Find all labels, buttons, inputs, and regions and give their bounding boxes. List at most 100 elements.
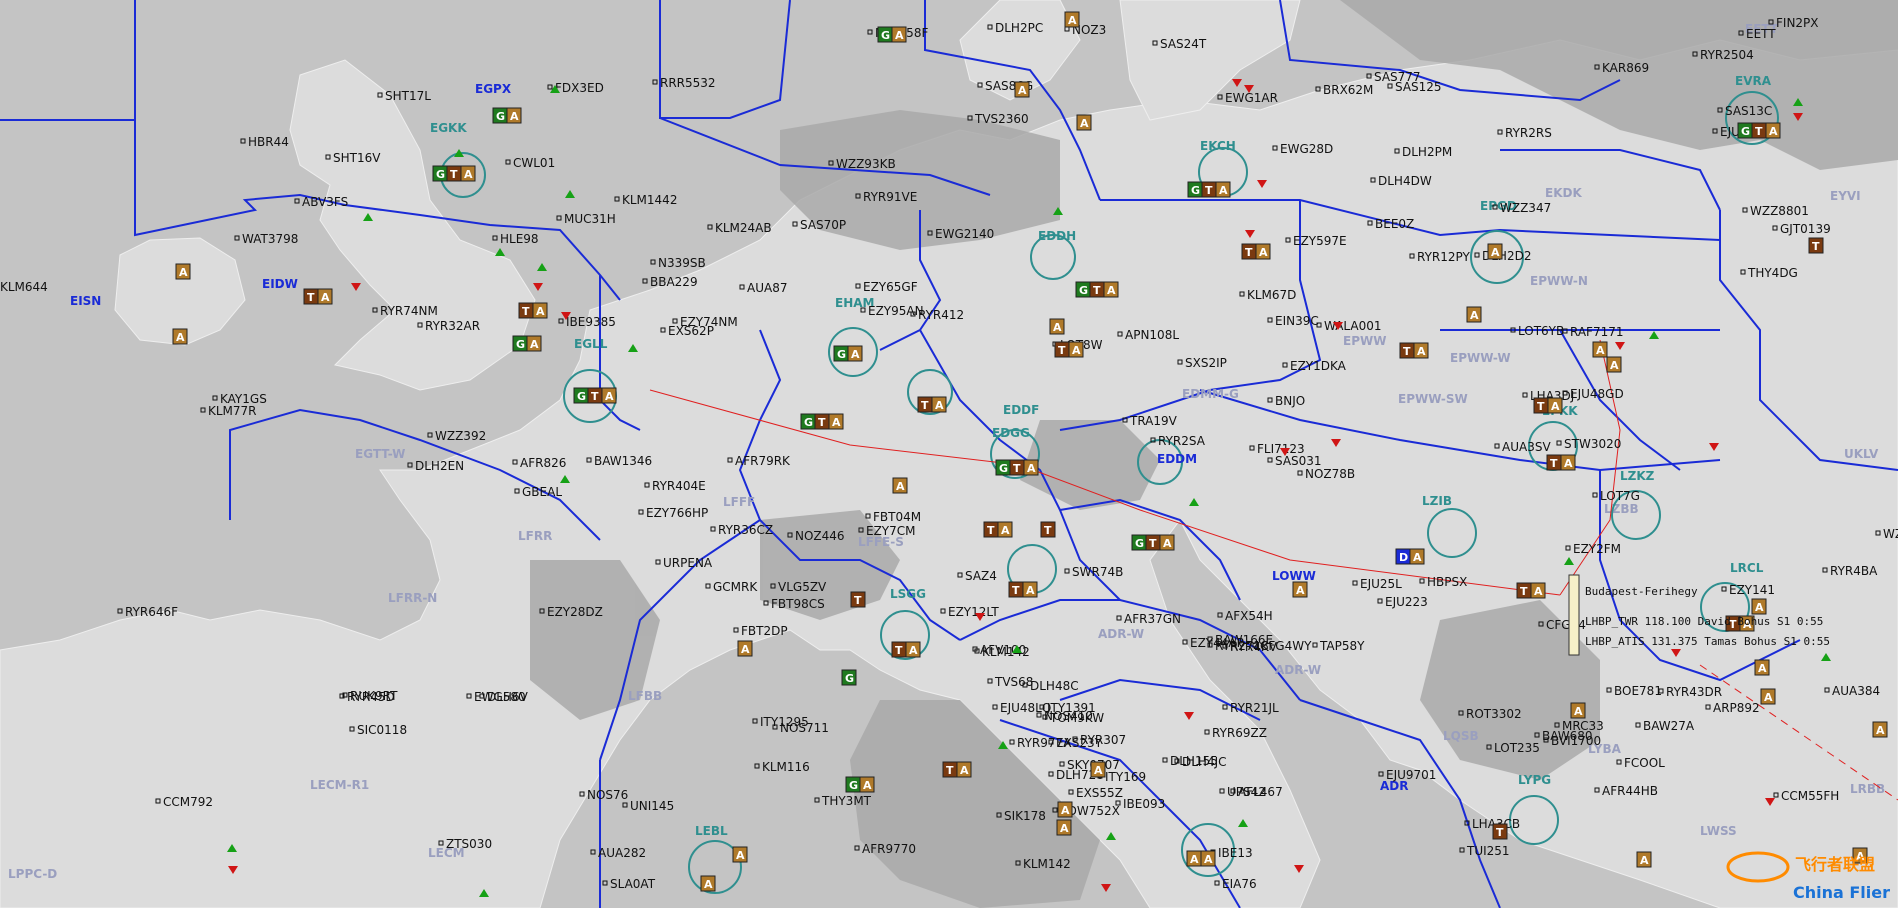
controller-badge-icon[interactable]: A (460, 165, 476, 182)
aircraft-callsign[interactable]: EJU9701 (1386, 768, 1436, 782)
aircraft-callsign[interactable]: UNI145 (630, 799, 674, 813)
controller-badge-icon[interactable]: A (700, 875, 716, 892)
aircraft-callsign[interactable]: EJU48GD (1570, 387, 1624, 401)
controller-badge-icon[interactable]: G (1187, 181, 1203, 198)
controller-badge-icon[interactable]: A (172, 328, 188, 345)
aircraft-callsign[interactable]: DLH48C (1030, 679, 1079, 693)
aircraft-callsign[interactable]: RYR12PY (1417, 250, 1470, 264)
aircraft-callsign[interactable]: FBT04M (873, 510, 921, 524)
aircraft-callsign[interactable]: HBPSX (1427, 575, 1467, 589)
controller-badge-icon[interactable]: A (317, 288, 333, 305)
aircraft-callsign[interactable]: EETT (1746, 27, 1776, 41)
controller-badge-icon[interactable]: G (995, 459, 1011, 476)
controller-badge-icon[interactable]: G (492, 107, 508, 124)
aircraft-callsign[interactable]: FDX3ED (555, 81, 604, 95)
controller-badge-icon[interactable]: A (1636, 851, 1652, 868)
aircraft-callsign[interactable]: STW3020 (1564, 437, 1621, 451)
controller-badge-icon[interactable]: A (1413, 342, 1429, 359)
aircraft-callsign[interactable]: AFX54H (1225, 609, 1273, 623)
aircraft-callsign[interactable]: ITY169 (1105, 770, 1146, 784)
aircraft-callsign[interactable]: NOS76 (587, 788, 628, 802)
controller-badge-icon[interactable]: T (1054, 341, 1070, 358)
aircraft-callsign[interactable]: FBT2DP (741, 624, 788, 638)
aircraft-callsign[interactable]: BVI1700 (1551, 734, 1601, 748)
aircraft-callsign[interactable]: NOZ78B (1305, 467, 1355, 481)
aircraft-callsign[interactable]: BAW27A (1643, 719, 1695, 733)
aircraft-callsign[interactable]: BEE0Z (1375, 217, 1414, 231)
aircraft-callsign[interactable]: IBE13 (1218, 846, 1253, 860)
controller-badge-icon[interactable]: A (1159, 534, 1175, 551)
aircraft-callsign[interactable]: DLH4JC (1182, 755, 1227, 769)
controller-badge-icon[interactable]: A (1064, 11, 1080, 28)
controller-badge-icon[interactable]: A (1751, 598, 1767, 615)
aircraft-callsign[interactable]: KLM142 (1023, 857, 1071, 871)
controller-badge-icon[interactable]: G (845, 776, 861, 793)
controller-badge-icon[interactable]: T (983, 521, 999, 538)
aircraft-callsign[interactable]: CFG84 (1546, 618, 1586, 632)
aircraft-callsign[interactable]: EZY65GF (863, 280, 918, 294)
aircraft-callsign[interactable]: IBE093 (1123, 797, 1165, 811)
aircraft-callsign[interactable]: SAS70P (800, 218, 846, 232)
controller-badge-icon[interactable]: A (956, 761, 972, 778)
controller-badge-icon[interactable]: G (512, 335, 528, 352)
aircraft-callsign[interactable]: AUA384 (1832, 684, 1880, 698)
controller-badge-icon[interactable]: A (1103, 281, 1119, 298)
controller-badge-icon[interactable]: T (1089, 281, 1105, 298)
aircraft-callsign[interactable]: LOT7G (1600, 489, 1640, 503)
aircraft-callsign[interactable]: SHT17L (385, 89, 431, 103)
controller-badge-icon[interactable]: T (1751, 122, 1767, 139)
aircraft-callsign[interactable]: SIC0118 (357, 723, 407, 737)
controller-badge-icon[interactable]: A (1765, 122, 1781, 139)
aircraft-callsign[interactable]: CCM792 (163, 795, 213, 809)
controller-badge-icon[interactable]: A (1592, 341, 1608, 358)
aircraft-callsign[interactable]: URPENA (663, 556, 713, 570)
controller-badge-icon[interactable]: A (997, 521, 1013, 538)
aircraft-callsign[interactable]: BNJO (1275, 394, 1305, 408)
aircraft-callsign[interactable]: RYR43DR (1666, 685, 1722, 699)
aircraft-callsign[interactable]: HLE98 (500, 232, 539, 246)
controller-badge-icon[interactable]: A (732, 846, 748, 863)
aircraft-callsign[interactable]: TVS68 (994, 675, 1033, 689)
aircraft-callsign[interactable]: RAF7171 (1570, 325, 1624, 339)
controller-badge-icon[interactable]: A (175, 263, 191, 280)
aircraft-callsign[interactable]: AFR44HB (1602, 784, 1658, 798)
controller-badge-icon[interactable]: T (942, 761, 958, 778)
aircraft-callsign[interactable]: NOZ446 (795, 529, 845, 543)
aircraft-callsign[interactable]: RYR91VE (863, 190, 917, 204)
aircraft-callsign[interactable]: N339SB (658, 256, 706, 270)
controller-badge-icon[interactable]: A (526, 335, 542, 352)
controller-badge-icon[interactable]: T (814, 413, 830, 430)
aircraft-callsign[interactable]: EXS62P (668, 324, 714, 338)
controller-badge-icon[interactable]: T (1546, 454, 1562, 471)
aircraft-callsign[interactable]: AUA3SV (1502, 440, 1551, 454)
aircraft-callsign[interactable]: RYR4BA (1830, 564, 1878, 578)
controller-badge-icon[interactable]: T (1008, 581, 1024, 598)
controller-badge-icon[interactable]: A (1754, 659, 1770, 676)
aircraft-callsign[interactable]: EZY1DKA (1290, 359, 1347, 373)
aircraft-callsign[interactable]: BRX62M (1323, 83, 1373, 97)
controller-badge-icon[interactable]: T (518, 302, 534, 319)
controller-badge-icon[interactable]: A (1068, 341, 1084, 358)
aircraft-callsign[interactable]: ZTS030 (446, 837, 492, 851)
aircraft-callsign[interactable]: RYR412 (918, 308, 964, 322)
aircraft-callsign[interactable]: AFR826 (520, 456, 566, 470)
aircraft-callsign[interactable]: RYR69ZZ (1212, 726, 1267, 740)
aircraft-callsign[interactable]: EZY12LT (948, 605, 999, 619)
aircraft-callsign[interactable]: EWG2140 (935, 227, 994, 241)
aircraft-callsign[interactable]: RRR5532 (660, 76, 716, 90)
aircraft-callsign[interactable]: RYR2718 (1215, 639, 1269, 653)
aircraft-callsign[interactable]: WAT3798 (242, 232, 298, 246)
aircraft-callsign[interactable]: RYR36CZ (718, 523, 773, 537)
controller-badge-icon[interactable]: A (1255, 243, 1271, 260)
controller-badge-icon[interactable]: A (1022, 581, 1038, 598)
aircraft-callsign[interactable]: EJU25L (1360, 577, 1402, 591)
controller-badge-icon[interactable]: A (892, 477, 908, 494)
aircraft-callsign[interactable]: SWR74B (1072, 565, 1123, 579)
controller-badge-icon[interactable]: A (601, 387, 617, 404)
aircraft-callsign[interactable]: SAS13C (1725, 104, 1772, 118)
controller-badge-icon[interactable]: T (1201, 181, 1217, 198)
aircraft-callsign[interactable]: EZY7CM (866, 524, 916, 538)
aircraft-callsign[interactable]: BAW1346 (594, 454, 652, 468)
controller-badge-icon[interactable]: T (1241, 243, 1257, 260)
aircraft-callsign[interactable]: THY3MT (821, 794, 872, 808)
